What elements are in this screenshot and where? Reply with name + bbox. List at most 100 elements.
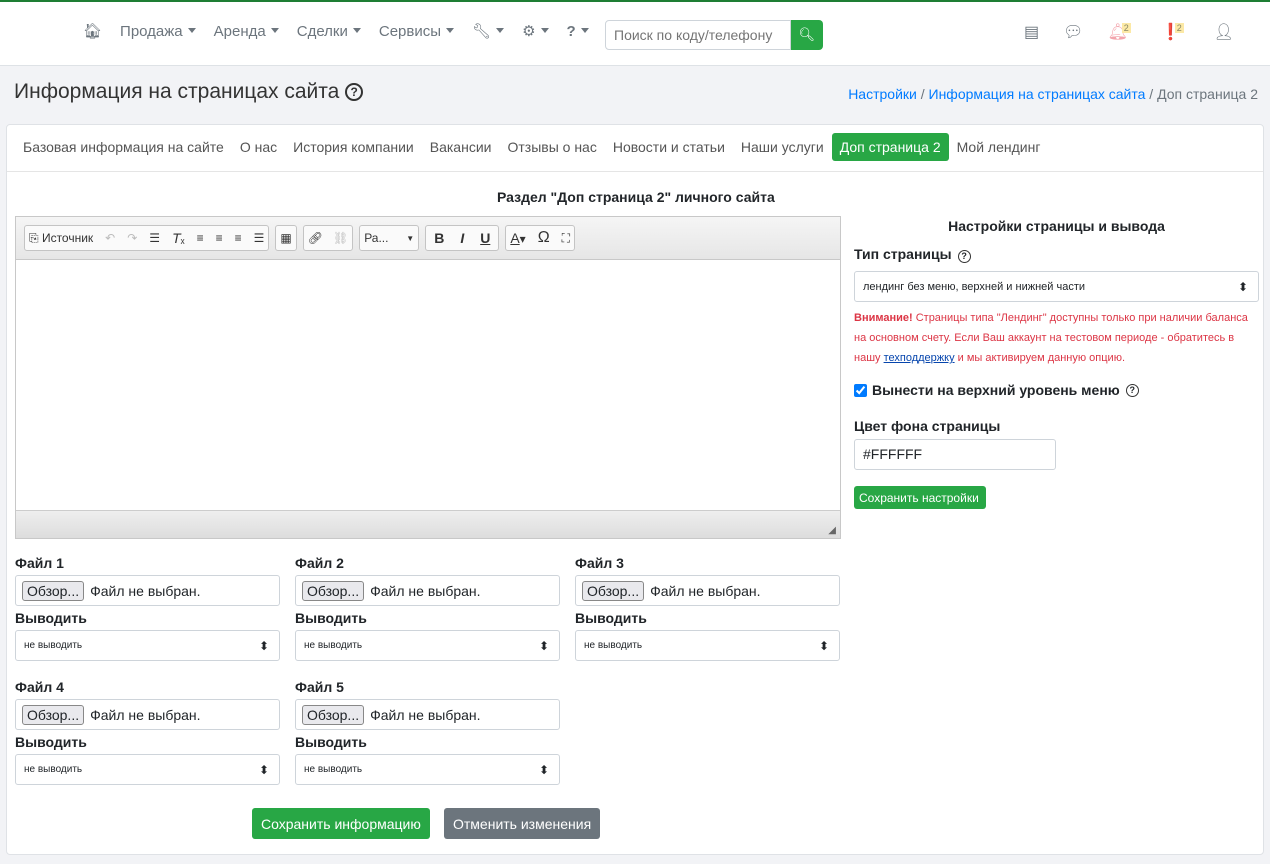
bell-icon[interactable]: 🔔︎2 xyxy=(1107,22,1136,42)
chevron-down-icon: ▼ xyxy=(406,233,415,243)
output-label: Выводить xyxy=(15,610,87,626)
home-icon[interactable]: 🏠︎ xyxy=(83,22,102,40)
italic-icon[interactable]: I xyxy=(460,230,464,246)
output-select[interactable]: не выводить xyxy=(15,754,280,785)
tab-services[interactable]: Наши услуги xyxy=(733,133,832,161)
tab-base[interactable]: Базовая информация на сайте xyxy=(15,133,232,161)
text-color-icon[interactable]: A▾ xyxy=(510,230,525,246)
file-input[interactable]: Обзор... Файл не выбран. xyxy=(15,575,280,606)
file-input[interactable]: Обзор... Файл не выбран. xyxy=(295,699,560,730)
output-label: Выводить xyxy=(15,734,87,750)
browse-button[interactable]: Обзор... xyxy=(22,704,85,725)
tab-history[interactable]: История компании xyxy=(285,133,422,161)
page-type-label: Тип страницы xyxy=(854,246,952,262)
underline-icon[interactable]: U xyxy=(480,230,490,246)
tab-reviews[interactable]: Отзывы о нас xyxy=(499,133,604,161)
user-icon[interactable]: 👤︎ xyxy=(1214,22,1234,42)
output-select[interactable]: не выводить xyxy=(295,630,560,661)
output-label: Выводить xyxy=(575,610,647,626)
browse-button[interactable]: Обзор... xyxy=(302,580,365,601)
breadcrumb-info[interactable]: Информация на страницах сайта xyxy=(929,86,1146,102)
nav-services[interactable]: Сервисы xyxy=(379,23,454,40)
content-card: Базовая информация на сайте О нас Истори… xyxy=(6,124,1264,855)
wrench-icon[interactable]: 🔧︎ xyxy=(472,22,504,40)
undo-icon[interactable]: ↶ xyxy=(105,231,115,245)
save-settings-button[interactable]: Сохранить настройки xyxy=(854,486,986,509)
file-input[interactable]: Обзор... Файл не выбран. xyxy=(15,699,280,730)
format-select[interactable]: Ра... xyxy=(364,231,388,245)
book-icon[interactable]: ▤ xyxy=(1024,22,1039,42)
align-right-icon[interactable]: ≡ xyxy=(235,231,242,245)
page-settings: Настройки страницы и вывода Тип страницы… xyxy=(854,217,1259,509)
bg-color-input[interactable]: #FFFFFF xyxy=(854,439,1056,470)
file-status: Файл не выбран. xyxy=(90,706,201,723)
redo-icon[interactable]: ↷ xyxy=(127,231,137,245)
breadcrumb-current: Доп страница 2 xyxy=(1157,86,1258,102)
file-status: Файл не выбран. xyxy=(370,582,481,599)
tab-about[interactable]: О нас xyxy=(232,133,285,161)
browse-button[interactable]: Обзор... xyxy=(582,580,645,601)
file-1: Файл 1 Обзор... Файл не выбран. Выводить … xyxy=(15,555,280,661)
notif-badge: 2 xyxy=(1121,23,1131,33)
top-menu-checkbox[interactable] xyxy=(854,383,867,397)
chat-icon[interactable]: 💬︎ xyxy=(1063,22,1083,42)
align-left-icon[interactable]: ≡ xyxy=(197,231,204,245)
remove-format-icon[interactable]: Tₓ xyxy=(172,230,185,246)
search-button[interactable]: 🔍︎ xyxy=(791,20,823,50)
output-label: Выводить xyxy=(295,734,367,750)
file-input[interactable]: Обзор... Файл не выбран. xyxy=(575,575,840,606)
bold-icon[interactable]: B xyxy=(434,230,444,246)
rich-text-editor[interactable]: ⎘ Источник ↶ ↷ ☰ Tₓ ≡ ≡ ≡ ☰ ▦ 🔗︎ ⛓ Ра... ▼… xyxy=(15,216,841,539)
breadcrumb-settings[interactable]: Настройки xyxy=(848,86,917,102)
source-label: Источник xyxy=(41,230,94,245)
page-title: Информация на страницах сайта ? xyxy=(14,80,364,104)
file-2: Файл 2 Обзор... Файл не выбран. Выводить … xyxy=(295,555,560,661)
help-icon[interactable]: ? xyxy=(567,23,589,40)
nav-deals[interactable]: Сделки xyxy=(297,23,361,40)
page-type-select[interactable]: лендинг без меню, верхней и нижней части xyxy=(854,271,1259,302)
page-title-text: Информация на страницах сайта xyxy=(14,80,340,103)
output-select[interactable]: не выводить xyxy=(15,630,280,661)
alert-icon[interactable]: ❗2 xyxy=(1161,22,1190,42)
gear-icon[interactable]: ⚙ xyxy=(522,22,548,40)
support-link[interactable]: техподдержку xyxy=(884,352,955,364)
justify-icon[interactable]: ☰ xyxy=(254,231,265,245)
top-navbar: 🏠︎ Продажа Аренда Сделки Сервисы 🔧︎ ⚙ ? … xyxy=(0,0,1270,66)
output-select[interactable]: не выводить xyxy=(575,630,840,661)
file-label: Файл 2 xyxy=(295,555,344,571)
cancel-button[interactable]: Отменить изменения xyxy=(444,808,601,839)
search-icon: 🔍︎ xyxy=(798,27,816,42)
help-circle-icon[interactable]: ? xyxy=(345,83,364,101)
top-menu-label: Вынести на верхний уровень меню xyxy=(872,382,1120,398)
table-icon[interactable]: ▦ xyxy=(280,231,291,245)
browse-button[interactable]: Обзор... xyxy=(22,580,85,601)
output-select[interactable]: не выводить xyxy=(295,754,560,785)
file-status: Файл не выбран. xyxy=(650,582,761,599)
nav-sale[interactable]: Продажа xyxy=(120,23,196,40)
unlink-icon[interactable]: ⛓ xyxy=(333,231,348,245)
help-circle-icon[interactable]: ? xyxy=(957,250,971,263)
help-circle-icon[interactable]: ? xyxy=(1125,383,1139,397)
align-center-icon[interactable]: ≡ xyxy=(216,231,223,245)
nav-rent[interactable]: Аренда xyxy=(214,23,279,40)
file-3: Файл 3 Обзор... Файл не выбран. Выводить … xyxy=(575,555,840,661)
maximize-icon[interactable]: ⛶ xyxy=(562,231,570,246)
source-button[interactable]: ⎘ Источник xyxy=(29,231,93,246)
tab-landing[interactable]: Мой лендинг xyxy=(949,133,1049,161)
editor-toolbar: ⎘ Источник ↶ ↷ ☰ Tₓ ≡ ≡ ≡ ☰ ▦ 🔗︎ ⛓ Ра... ▼… xyxy=(16,217,840,260)
link-icon[interactable]: 🔗︎ xyxy=(308,231,323,245)
warning-strong: Внимание! xyxy=(854,312,913,324)
file-status: Файл не выбран. xyxy=(90,582,201,599)
file-label: Файл 3 xyxy=(575,555,624,571)
browse-button[interactable]: Обзор... xyxy=(302,704,365,725)
paste-icon[interactable]: ☰ xyxy=(149,231,160,245)
warning-text: Внимание! Страницы типа "Лендинг" доступ… xyxy=(854,308,1259,368)
save-info-button[interactable]: Сохранить информацию xyxy=(252,808,430,839)
tab-extra-page-2[interactable]: Доп страница 2 xyxy=(831,133,949,161)
special-char-icon[interactable]: Ω xyxy=(538,229,550,247)
search-input[interactable] xyxy=(605,20,791,50)
tab-news[interactable]: Новости и статьи xyxy=(605,133,733,161)
resize-handle-icon[interactable]: ◢ xyxy=(828,525,836,536)
tab-vacancies[interactable]: Вакансии xyxy=(422,133,500,161)
file-input[interactable]: Обзор... Файл не выбран. xyxy=(295,575,560,606)
